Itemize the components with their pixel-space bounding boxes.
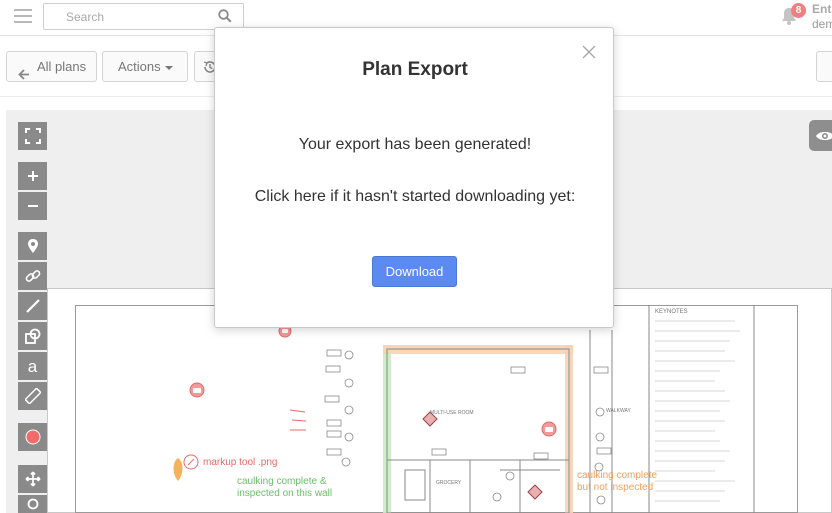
download-prompt: Click here if it hasn't started download…	[254, 188, 576, 205]
download-button[interactable]: Download	[372, 256, 457, 287]
dialog-title: Plan Export	[362, 59, 468, 80]
export-message: Your export has been generated!	[298, 136, 532, 153]
close-icon[interactable]	[581, 44, 597, 60]
plan-export-dialog: Plan Export Your export has been generat…	[214, 27, 614, 328]
